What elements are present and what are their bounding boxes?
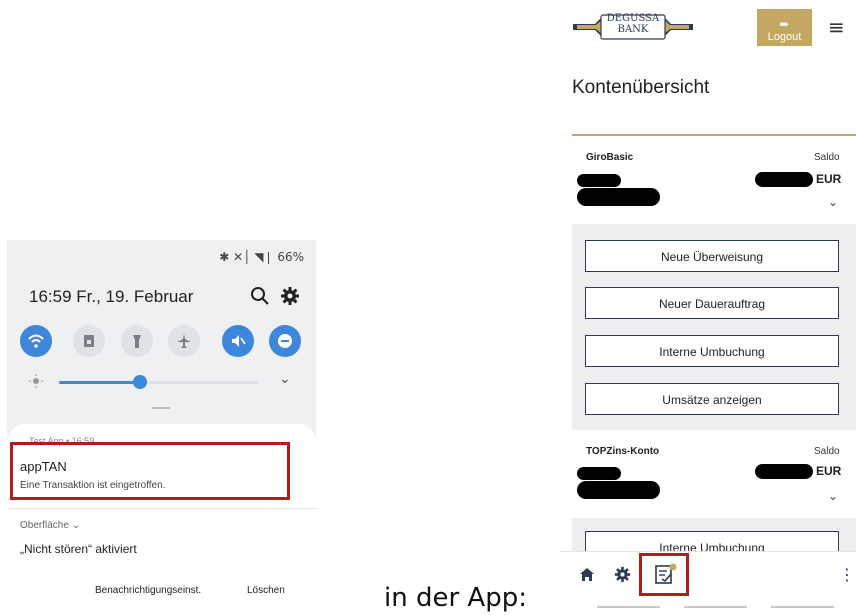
notification-highlight-box	[10, 442, 290, 500]
do-not-disturb-toggle[interactable]	[269, 325, 301, 357]
notification-shade: ✱ ✕│ ◥❘ 66% 16:59 Fr., 19. Februar ⌄ Tes…	[7, 240, 316, 610]
mute-toggle[interactable]	[222, 325, 254, 357]
drag-handle[interactable]	[152, 407, 170, 409]
brightness-slider-fill	[59, 381, 142, 384]
sound-toggle[interactable]	[73, 325, 105, 357]
more-icon[interactable]: ⋮	[839, 565, 855, 584]
redacted-balance	[755, 464, 813, 479]
dnd-subheader: Oberfläche ⌄	[20, 520, 81, 531]
currency: EUR	[816, 464, 842, 478]
status-bar-icons: ✱ ✕│ ◥❘ 66%	[219, 250, 304, 264]
logout-label: Logout	[767, 30, 802, 43]
chevron-down-icon[interactable]: ⌄	[828, 489, 838, 503]
currency: EUR	[816, 172, 842, 186]
system-nav-bar	[597, 606, 660, 608]
new-transfer-button[interactable]: Neue Überweisung	[585, 240, 839, 272]
redacted-account-number	[577, 188, 660, 206]
logout-icon: ➨	[779, 16, 790, 31]
mute-icon	[232, 335, 246, 347]
apptan-highlight-box	[639, 553, 689, 596]
dnd-title: „Nicht stören“ aktiviert	[20, 542, 137, 556]
flashlight-toggle[interactable]	[121, 325, 153, 357]
page-title: Kontenübersicht	[572, 77, 710, 98]
gear-icon[interactable]	[280, 286, 300, 306]
home-icon[interactable]	[579, 567, 595, 582]
clear-button[interactable]: Löschen	[247, 585, 285, 596]
sim-card-icon	[84, 335, 94, 347]
search-icon[interactable]	[250, 286, 270, 306]
redacted-account-number	[577, 481, 660, 499]
logo-text: DEGUSSA BANK	[601, 13, 665, 35]
flashlight-icon	[133, 335, 141, 348]
redacted-account-number	[577, 467, 621, 480]
wifi-icon	[28, 334, 44, 348]
system-nav-bar	[771, 606, 834, 608]
divider	[572, 134, 856, 136]
hamburger-menu-icon[interactable]: ≡	[828, 15, 845, 39]
show-transactions-button[interactable]: Umsätze anzeigen	[585, 383, 839, 415]
account-name[interactable]: GiroBasic	[586, 152, 633, 163]
airplane-icon	[177, 334, 191, 348]
new-standing-order-button[interactable]: Neuer Dauerauftrag	[585, 287, 839, 319]
chevron-down-icon[interactable]: ⌄	[828, 195, 838, 209]
brightness-slider-knob[interactable]	[133, 375, 147, 389]
logo-line-1: DEGUSSA	[606, 13, 660, 24]
airplane-toggle[interactable]	[168, 325, 200, 357]
redacted-balance	[755, 172, 813, 187]
date-time: 16:59 Fr., 19. Februar	[29, 287, 194, 306]
do-not-disturb-icon	[278, 334, 292, 348]
logout-button[interactable]: ➨ Logout	[757, 9, 812, 46]
wifi-toggle[interactable]	[20, 325, 52, 357]
saldo-label: Saldo	[814, 446, 840, 457]
system-nav-bar	[684, 606, 747, 608]
banking-app: DEGUSSA BANK ➨ Logout ≡ Kontenübersicht …	[560, 0, 856, 615]
caption: in der App:	[384, 583, 527, 613]
logo-line-2: BANK	[617, 24, 649, 35]
redacted-account-number	[577, 174, 621, 187]
account-name[interactable]: TOPZins-Konto	[586, 446, 659, 457]
notification-settings-button[interactable]: Benachrichtigungseinst.	[95, 585, 201, 596]
chevron-down-icon[interactable]: ⌄	[279, 371, 291, 387]
brightness-icon	[29, 374, 43, 388]
settings-icon[interactable]	[614, 566, 631, 583]
saldo-label: Saldo	[814, 152, 840, 163]
internal-transfer-button[interactable]: Interne Umbuchung	[585, 335, 839, 367]
